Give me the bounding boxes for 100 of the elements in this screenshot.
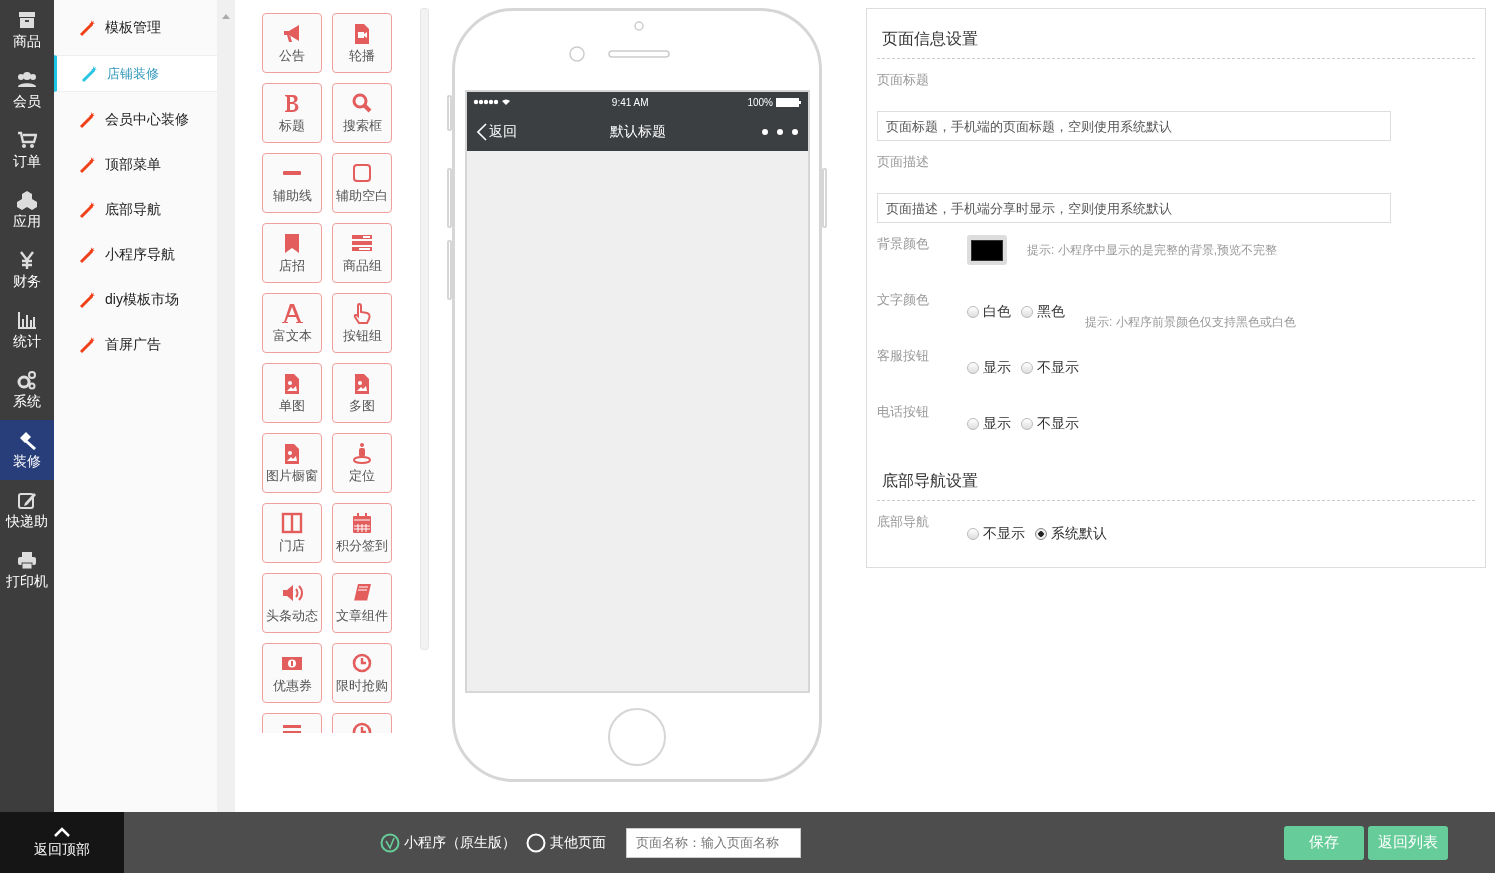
component-tile[interactable]: 轮播 <box>332 13 392 73</box>
component-icon <box>351 161 373 184</box>
page-name-input[interactable]: 页面名称：输入页面名称 <box>626 827 801 858</box>
component-icon <box>351 511 373 534</box>
component-icon <box>281 170 303 175</box>
field-label: 背景颜色 <box>877 235 930 253</box>
field-label: 电话按钮 <box>877 403 930 421</box>
text-input[interactable]: 页面描述，手机端分享时显示，空则使用系统默认 <box>877 193 1391 223</box>
radio-button[interactable] <box>1035 528 1047 540</box>
submenu-item[interactable]: 顶部菜单 <box>54 147 217 182</box>
nav-item[interactable]: 快递助 <box>0 480 54 540</box>
status-time: 9:41 AM <box>610 96 650 108</box>
nav-icon <box>17 69 37 90</box>
component-icon <box>281 301 303 324</box>
component-icon <box>351 651 373 674</box>
component-tile[interactable]: 多图 <box>332 363 392 423</box>
nav-icon <box>17 549 37 570</box>
component-tile[interactable]: 定位 <box>332 433 392 493</box>
nav-icon <box>17 189 37 210</box>
component-tile[interactable]: 单图 <box>262 363 322 423</box>
page-type-option[interactable]: 小程序（原生版） <box>380 832 516 853</box>
nav-item[interactable]: 装修 <box>0 420 54 480</box>
component-tile[interactable]: 限时抢购 <box>332 643 392 703</box>
option-label[interactable]: 不显示 <box>983 525 1025 543</box>
component-tile[interactable]: 优惠券 <box>262 643 322 703</box>
submenu-item[interactable]: 会员中心装修 <box>54 102 217 137</box>
radio-icon <box>526 832 546 853</box>
wand-icon <box>79 18 97 37</box>
component-tile[interactable]: 富文本 <box>262 293 322 353</box>
submenu-item[interactable]: diy模板市场 <box>54 282 217 317</box>
nav-icon <box>17 369 37 390</box>
nav-icon <box>17 309 37 330</box>
nav-item[interactable]: 财务 <box>0 240 54 300</box>
component-tile[interactable]: 积分签到 <box>332 503 392 563</box>
nav-item[interactable]: 统计 <box>0 300 54 360</box>
wand-icon <box>79 155 97 174</box>
option-label[interactable]: 显示 <box>983 415 1011 433</box>
signal-icon <box>473 98 513 106</box>
back-link[interactable]: 返回 <box>477 122 587 141</box>
submenu-item[interactable]: 底部导航 <box>54 192 217 227</box>
submenu-item[interactable]: 模板管理 <box>54 10 217 45</box>
radio-button[interactable] <box>1021 418 1033 430</box>
component-icon <box>281 511 303 534</box>
component-tile[interactable]: 图片橱窗 <box>262 433 322 493</box>
more-icon[interactable] <box>762 128 798 135</box>
component-tile[interactable]: 门店 <box>262 503 322 563</box>
radio-button[interactable] <box>967 362 979 374</box>
wand-icon <box>79 290 97 309</box>
field-label: 页面描述 <box>877 153 930 171</box>
nav-item[interactable]: 应用 <box>0 180 54 240</box>
wand-icon <box>79 200 97 219</box>
option-label[interactable]: 显示 <box>983 359 1011 377</box>
wand-icon <box>81 64 99 83</box>
battery-percent: 100% <box>747 96 773 108</box>
radio-button[interactable] <box>1021 362 1033 374</box>
nav-item[interactable]: 订单 <box>0 120 54 180</box>
radio-button[interactable] <box>967 418 979 430</box>
section-title: 页面信息设置 <box>877 9 1475 59</box>
nav-icon <box>17 249 37 270</box>
field-label: 底部导航 <box>877 513 930 531</box>
option-label[interactable]: 不显示 <box>1037 359 1079 377</box>
option-label[interactable]: 黑色 <box>1037 303 1065 321</box>
radio-button[interactable] <box>967 306 979 318</box>
component-tile[interactable]: 商品组 <box>332 223 392 283</box>
field-label: 客服按钮 <box>877 347 930 365</box>
radio-button[interactable] <box>1021 306 1033 318</box>
page-title: 默认标题 <box>608 122 667 141</box>
field-label: 文字颜色 <box>877 291 930 309</box>
scrollbar[interactable] <box>420 8 429 650</box>
component-tile[interactable]: 辅助空白 <box>332 153 392 213</box>
back-to-top-button[interactable]: 返回顶部 <box>0 812 124 873</box>
component-tile[interactable]: 搜索框 <box>332 83 392 143</box>
component-tile[interactable]: 标题 <box>262 83 322 143</box>
nav-item[interactable]: 商品 <box>0 0 54 60</box>
option-label[interactable]: 白色 <box>983 303 1011 321</box>
nav-icon <box>17 9 37 30</box>
submenu-item[interactable]: 首屏广告 <box>54 327 217 362</box>
component-tile[interactable]: 文章组件 <box>332 573 392 633</box>
wand-icon <box>79 110 97 129</box>
component-tile[interactable]: 店招 <box>262 223 322 283</box>
wand-icon <box>79 245 97 264</box>
nav-item[interactable]: 系统 <box>0 360 54 420</box>
option-label[interactable]: 不显示 <box>1037 415 1079 433</box>
radio-button[interactable] <box>967 528 979 540</box>
nav-item[interactable]: 打印机 <box>0 540 54 600</box>
component-tile[interactable]: 辅助线 <box>262 153 322 213</box>
radio-icon <box>380 832 400 853</box>
submenu-item[interactable]: 小程序导航 <box>54 237 217 272</box>
nav-item[interactable]: 会员 <box>0 60 54 120</box>
option-label[interactable]: 系统默认 <box>1051 525 1107 543</box>
component-tile[interactable]: 公告 <box>262 13 322 73</box>
component-icon <box>351 441 373 464</box>
scroll-up-icon[interactable] <box>222 14 230 19</box>
chevron-left-icon <box>477 122 487 141</box>
page-type-option[interactable]: 其他页面 <box>526 832 606 853</box>
back-to-top-label: 返回顶部 <box>34 840 90 859</box>
component-tile[interactable]: 头条动态 <box>262 573 322 633</box>
text-input[interactable]: 页面标题，手机端的页面标题，空则使用系统默认 <box>877 111 1391 141</box>
component-icon <box>351 581 373 604</box>
component-tile[interactable]: 按钮组 <box>332 293 392 353</box>
